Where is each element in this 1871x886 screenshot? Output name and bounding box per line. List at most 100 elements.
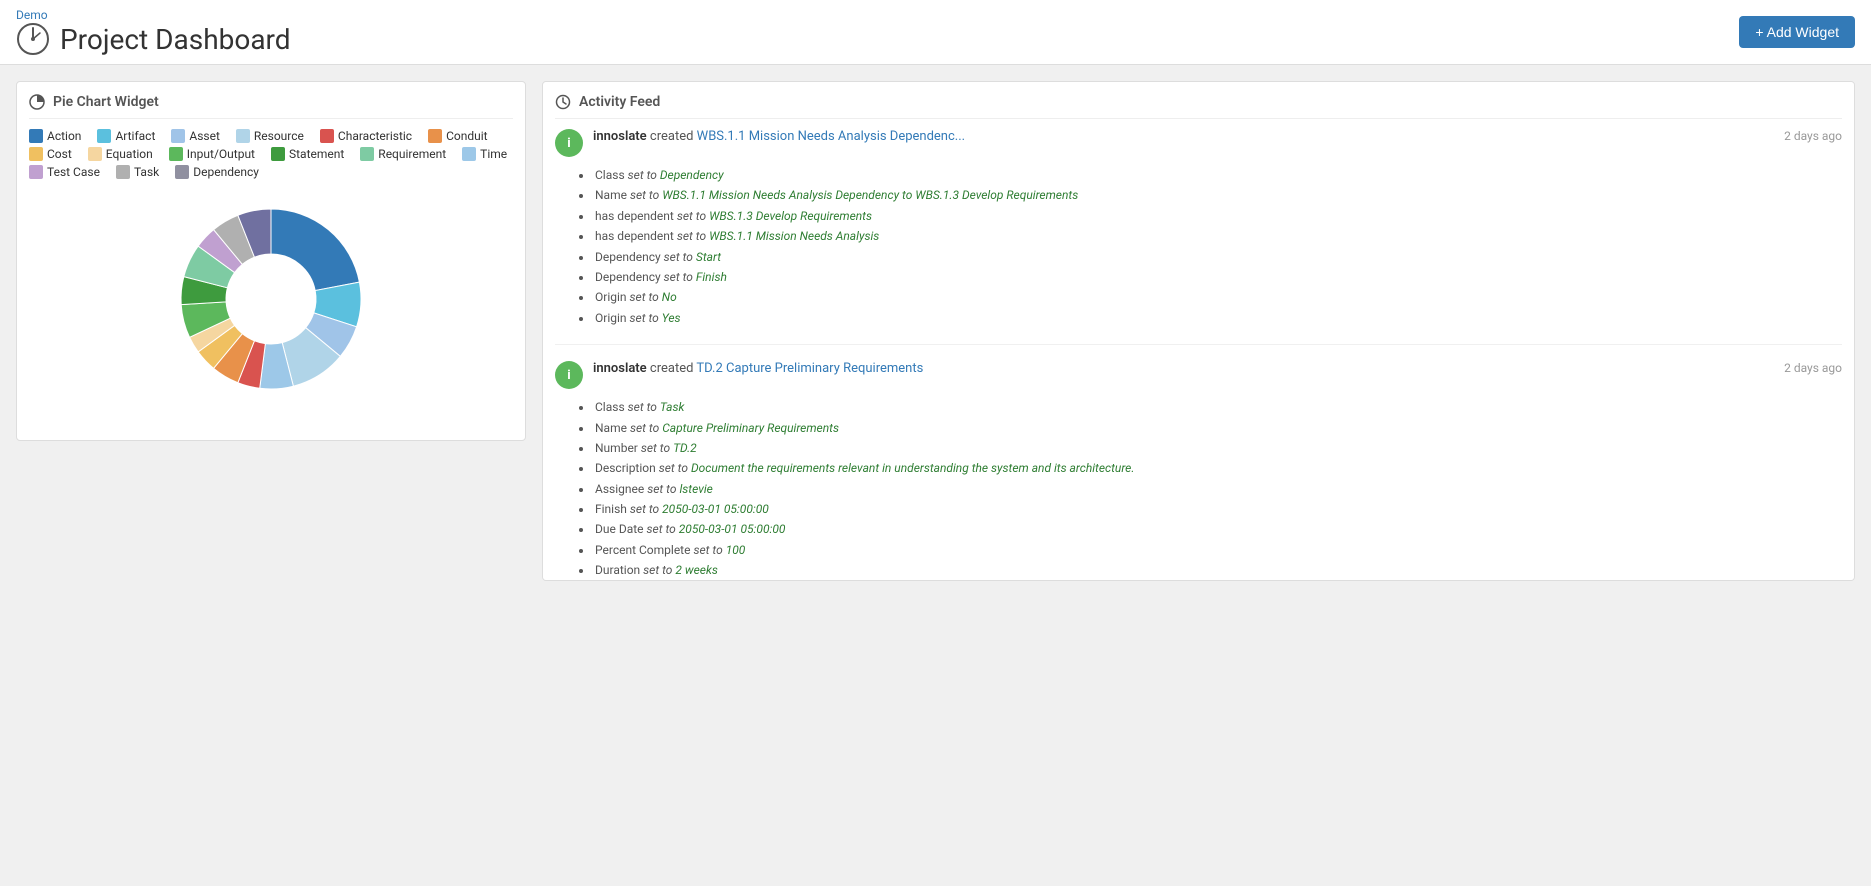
legend-label: Resource — [254, 129, 304, 143]
legend-swatch — [462, 147, 476, 161]
legend-item: Asset — [171, 129, 220, 143]
field-name: Class — [595, 400, 625, 414]
set-value: WBS.1.1 Mission Needs Analysis Dependenc… — [662, 188, 1078, 202]
legend-label: Time — [480, 147, 507, 161]
activity-feed-title: Activity Feed — [579, 94, 660, 110]
list-item: Duration set to 2 weeks — [593, 560, 1842, 580]
list-item: Name set to Capture Preliminary Requirem… — [593, 418, 1842, 438]
legend-label: Cost — [47, 147, 72, 161]
set-value: Task — [660, 400, 685, 414]
legend-item: Dependency — [175, 165, 259, 179]
action-word: set to — [664, 250, 693, 264]
legend-swatch — [175, 165, 189, 179]
legend-label: Input/Output — [187, 147, 255, 161]
action-word: set to — [630, 502, 659, 516]
list-item: has dependent set to WBS.1.3 Develop Req… — [593, 206, 1842, 226]
pie-chart-title: Pie Chart Widget — [53, 94, 159, 110]
set-value: 100 — [726, 543, 746, 557]
legend-item: Characteristic — [320, 129, 412, 143]
field-name: Origin — [595, 290, 627, 304]
legend-label: Equation — [106, 147, 153, 161]
action-word: set to — [628, 400, 657, 414]
set-value: Dependency — [660, 168, 724, 182]
top-bar: Demo Project Dashboard + Add Widget — [0, 0, 1871, 65]
action-word: set to — [643, 563, 672, 577]
field-name: Dependency — [595, 270, 661, 284]
legend-grid: Action Artifact Asset Resource Characteristi… — [29, 129, 513, 179]
legend-item: Action — [29, 129, 81, 143]
list-item: Dependency set to Finish — [593, 267, 1842, 287]
demo-link[interactable]: Demo — [16, 8, 291, 22]
action-word: set to — [664, 270, 693, 284]
set-value: WBS.1.1 Mission Needs Analysis — [709, 229, 879, 243]
legend-label: Action — [47, 129, 81, 143]
list-item: Percent Complete set to 100 — [593, 540, 1842, 560]
list-item: Class set to Dependency — [593, 165, 1842, 185]
action-word: set to — [630, 421, 659, 435]
list-item: Origin set to Yes — [593, 308, 1842, 328]
activity-time: 2 days ago — [1774, 129, 1842, 143]
list-item: Name set to WBS.1.1 Mission Needs Analys… — [593, 185, 1842, 205]
action-word: set to — [659, 461, 688, 475]
set-value: TD.2 — [673, 441, 697, 455]
avatar: i — [555, 361, 583, 389]
field-name: has dependent — [595, 229, 674, 243]
legend-label: Test Case — [47, 165, 100, 179]
action-word: set to — [630, 290, 659, 304]
activity-time: 2 days ago — [1774, 361, 1842, 375]
main-content: Pie Chart Widget Action Artifact Asset Reso… — [0, 65, 1871, 597]
pie-chart-widget: Pie Chart Widget Action Artifact Asset Reso… — [16, 81, 526, 441]
legend-swatch — [29, 129, 43, 143]
list-item: has dependent set to WBS.1.1 Mission Nee… — [593, 226, 1842, 246]
field-name: Name — [595, 188, 627, 202]
list-item: Number set to TD.2 — [593, 438, 1842, 458]
legend-item: Artifact — [97, 129, 155, 143]
legend-swatch — [29, 165, 43, 179]
field-name: Origin — [595, 311, 627, 325]
activity-feed-widget[interactable]: Activity Feed i innoslate created WBS.1.1… — [542, 81, 1855, 581]
legend-item: Conduit — [428, 129, 488, 143]
activity-user: innoslate — [593, 361, 647, 376]
activity-link[interactable]: TD.2 Capture Preliminary Requirements — [696, 361, 923, 376]
legend-label: Dependency — [193, 165, 259, 179]
legend-swatch — [116, 165, 130, 179]
set-value: 2050-03-01 05:00:00 — [662, 502, 769, 516]
activity-entries: i innoslate created WBS.1.1 Mission Needs… — [555, 129, 1842, 581]
activity-bullets: Class set to DependencyName set to WBS.1… — [593, 165, 1842, 328]
top-bar-left: Demo Project Dashboard — [16, 8, 291, 56]
legend-swatch — [320, 129, 334, 143]
chart-container — [29, 189, 513, 409]
field-name: Duration — [595, 563, 640, 577]
field-name: Description — [595, 461, 656, 475]
legend-swatch — [29, 147, 43, 161]
legend-swatch — [171, 129, 185, 143]
field-name: Dependency — [595, 250, 661, 264]
page-title-text: Project Dashboard — [60, 23, 291, 56]
legend-item: Statement — [271, 147, 344, 161]
activity-meta: innoslate created WBS.1.1 Mission Needs … — [593, 129, 1764, 144]
activity-feed-header: Activity Feed — [555, 94, 1842, 119]
legend-swatch — [169, 147, 183, 161]
legend-label: Statement — [289, 147, 344, 161]
page-title: Project Dashboard — [16, 22, 291, 56]
dashboard-icon — [16, 22, 50, 56]
legend-label: Characteristic — [338, 129, 412, 143]
set-value: No — [662, 290, 677, 304]
list-item: Description set to Document the requirem… — [593, 458, 1842, 478]
set-value: Start — [696, 250, 721, 264]
pie-chart-widget-header: Pie Chart Widget — [29, 94, 513, 119]
legend-label: Requirement — [378, 147, 446, 161]
list-item: Origin set to No — [593, 287, 1842, 307]
pie-chart-icon — [29, 94, 45, 110]
action-word: set to — [677, 209, 706, 223]
set-value: Document the requirements relevant in un… — [691, 461, 1134, 475]
add-widget-button[interactable]: + Add Widget — [1739, 16, 1855, 48]
action-word: set to — [647, 522, 676, 536]
legend-label: Conduit — [446, 129, 488, 143]
activity-link[interactable]: WBS.1.1 Mission Needs Analysis Dependenc… — [697, 129, 965, 144]
set-value: 2 weeks — [675, 563, 717, 577]
set-value: Capture Preliminary Requirements — [662, 421, 839, 435]
field-name: has dependent — [595, 209, 674, 223]
field-name: Finish — [595, 502, 627, 516]
legend-item: Cost — [29, 147, 72, 161]
